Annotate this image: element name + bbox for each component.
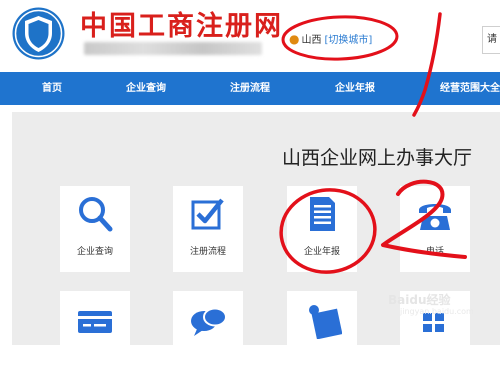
hall-title: 山西企业网上办事大厅 — [282, 147, 473, 169]
tile-registration-process[interactable]: 注册流程 — [173, 186, 243, 272]
tile-label: 注册流程 — [189, 247, 226, 257]
switch-city-link[interactable]: [切换城市] — [324, 31, 372, 46]
document-icon — [310, 197, 335, 231]
tile-card[interactable] — [60, 291, 130, 377]
nav-item-annual-report[interactable]: 企业年报 — [335, 72, 375, 105]
nav-item-registration-process[interactable]: 注册流程 — [230, 72, 270, 105]
tile-annual-report[interactable]: 企业年报 — [287, 186, 357, 272]
chat-bubbles-icon — [191, 307, 227, 336]
tile-pin-note[interactable] — [287, 291, 357, 377]
search-icon — [79, 197, 113, 232]
nav-item-home[interactable]: 首页 — [42, 72, 62, 105]
header: 中国工商注册网 ● 山西 [切换城市] 请 — [0, 0, 500, 72]
shield-logo-icon[interactable] — [11, 6, 66, 61]
watermark-text: Baidu经验 — [388, 293, 451, 307]
tile-consult[interactable] — [173, 291, 243, 377]
current-city: 山西 — [301, 35, 322, 46]
tile-label: 电话 — [425, 247, 444, 257]
card-icon — [78, 311, 112, 333]
blurred-subtitle — [84, 42, 262, 55]
main-nav: 首页 企业查询 注册流程 企业年报 经营范围大全 — [0, 72, 500, 105]
location-pin-icon: ● — [289, 31, 300, 46]
tile-label: 企业年报 — [303, 247, 340, 257]
city-selector[interactable]: ● 山西 [切换城市] — [289, 31, 372, 47]
search-input[interactable]: 请 — [482, 26, 500, 54]
site-title[interactable]: 中国工商注册网 — [80, 4, 283, 43]
nav-item-business-scope[interactable]: 经营范围大全 — [440, 72, 500, 105]
watermark-subtext: jingyan.baidu.com — [400, 307, 474, 316]
tile-company-search[interactable]: 企业查询 — [60, 186, 130, 272]
pin-note-icon — [309, 305, 342, 339]
telephone-icon — [419, 204, 451, 230]
checkbox-icon — [191, 198, 224, 230]
nav-item-company-search[interactable]: 企业查询 — [126, 72, 166, 105]
tile-label: 企业查询 — [76, 247, 113, 257]
tile-telephone[interactable]: 电话 — [400, 186, 470, 272]
